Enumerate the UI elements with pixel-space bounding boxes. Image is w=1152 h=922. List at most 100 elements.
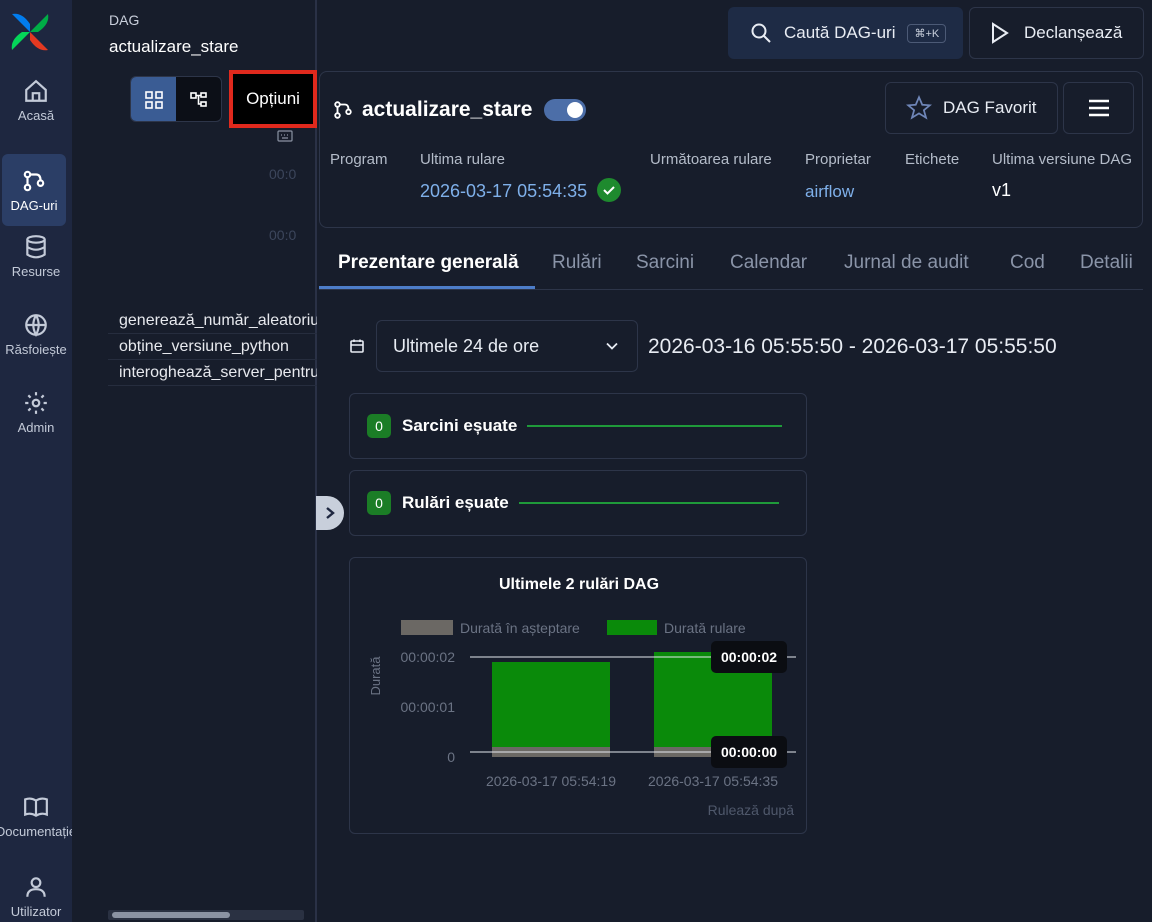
scrollbar-thumb[interactable] [112, 912, 230, 918]
y-tick-label: 00:00:01 [401, 699, 456, 715]
collapse-panel-button[interactable] [316, 496, 344, 530]
reference-label: 00:00:00 [721, 744, 777, 760]
left-nav: Acasă DAG-uri Resurse Răsfoiește Admin D… [0, 0, 76, 922]
nav-label: Răsfoiește [5, 341, 67, 357]
active-tab-indicator [319, 286, 535, 289]
tab-calendar[interactable]: Calendar [730, 252, 807, 274]
nav-item-user[interactable]: Utilizator [0, 860, 72, 922]
nav-item-admin[interactable]: Admin [0, 376, 72, 448]
hamburger-icon [1088, 99, 1109, 117]
nav-label: Utilizator [10, 903, 62, 919]
nav-item-dags[interactable]: DAG-uri [2, 154, 66, 226]
user-icon [26, 876, 46, 897]
task-list: generează_număr_aleatoriu obține_versiun… [108, 308, 317, 386]
tab-overview[interactable]: Prezentare generală [338, 252, 519, 274]
airflow-logo[interactable] [8, 10, 52, 54]
chevron-down-icon [606, 342, 618, 350]
nav-label: Acasă [17, 107, 55, 123]
breadcrumb-dag-name[interactable]: actualizare_stare [109, 37, 238, 57]
failed-tasks-label: Sarcini eșuate [402, 416, 518, 435]
bar-running [492, 662, 610, 747]
menu-button[interactable] [1063, 82, 1134, 134]
home-icon [25, 79, 47, 102]
tab-details[interactable]: Detalii [1080, 252, 1133, 274]
legend-swatch-running [607, 620, 657, 635]
star-icon [906, 95, 932, 120]
dag-tabs: Prezentare generală Rulări Sarcini Calen… [319, 240, 1143, 290]
app-root: Acasă DAG-uri Resurse Răsfoiește Admin D… [0, 0, 1152, 922]
legend-label-queued: Durată în așteptare [460, 620, 580, 636]
dag-title: actualizare_stare [332, 98, 587, 122]
version-value: v1 [992, 180, 1012, 200]
tags-label: Etichete [905, 151, 960, 168]
failed-runs-label: Rulări eșuate [402, 493, 509, 512]
view-toggle [130, 76, 222, 122]
tab-code[interactable]: Cod [1010, 252, 1045, 274]
nav-item-assets[interactable]: Resurse [0, 220, 72, 292]
failed-runs-count: 0 [367, 491, 391, 515]
task-row[interactable]: obține_versiune_python [108, 334, 317, 360]
time-range-text: 2026-03-16 05:55:50 - 2026-03-17 05:55:5… [648, 335, 1057, 358]
failed-tasks-card[interactable]: 0 Sarcini eșuate [349, 393, 807, 459]
dag-icon [23, 170, 45, 191]
nav-label: Documentație [0, 823, 77, 839]
owner-link[interactable]: airflow [805, 182, 854, 202]
x-tick-label: 2026-03-17 05:54:35 [648, 773, 778, 789]
breadcrumb-section[interactable]: DAG [109, 12, 139, 28]
next-run-label: Următoarea rulare [650, 151, 772, 168]
play-icon [992, 22, 1009, 44]
dag-title-text: actualizare_stare [362, 98, 533, 121]
database-icon [26, 234, 46, 258]
recent-runs-chart: Ultimele 2 rulări DAG Durată în așteptare… [349, 557, 807, 834]
nav-label: Admin [17, 419, 55, 435]
horizontal-scrollbar[interactable] [108, 910, 304, 920]
search-shortcut: ⌘+K [907, 23, 947, 43]
options-button[interactable]: Opțiuni [229, 70, 317, 128]
failed-runs-card[interactable]: 0 Rulări eșuate [349, 470, 807, 536]
graph-icon [189, 92, 207, 107]
time-label: 00:0 [269, 166, 297, 182]
last-run-label: Ultima rulare [420, 151, 506, 168]
gear-icon [25, 391, 47, 414]
search-icon [751, 23, 771, 43]
x-axis-label: Rulează după [708, 802, 795, 818]
favorite-label: DAG Favorit [943, 98, 1037, 117]
x-tick-label: 2026-03-17 05:54:19 [486, 773, 616, 789]
grid-view-button[interactable] [131, 77, 176, 121]
owner-label: Proprietar [805, 151, 871, 168]
y-axis-label: Durată [368, 656, 383, 696]
nav-label: DAG-uri [10, 197, 58, 213]
calendar-icon [350, 339, 364, 353]
dag-icon [334, 101, 352, 119]
chart-title: Ultimele 2 rulări DAG [499, 576, 659, 593]
last-run-value: 2026-03-17 05:54:35 [420, 178, 622, 204]
trigger-dag-button[interactable]: Declanșează [969, 7, 1144, 59]
nav-item-browse[interactable]: Răsfoiește [0, 298, 72, 370]
time-range-value: Ultimele 24 de ore [393, 335, 540, 356]
last-run-link[interactable]: 2026-03-17 05:54:35 [420, 181, 587, 201]
nav-label: Resurse [11, 263, 61, 279]
task-row[interactable]: generează_număr_aleatoriu [108, 308, 317, 334]
time-range-select[interactable]: Ultimele 24 de ore [376, 320, 638, 372]
y-tick-label: 00:00:02 [401, 649, 456, 665]
keyboard-icon[interactable] [277, 130, 293, 142]
grid-icon [144, 91, 163, 109]
tab-tasks[interactable]: Sarcini [636, 252, 694, 274]
legend-label-running: Durată rulare [664, 620, 746, 636]
nav-item-home[interactable]: Acasă [0, 64, 72, 136]
y-tick-label: 0 [447, 749, 455, 765]
dag-header-card: actualizare_stare DAG Favorit Program Ul… [319, 71, 1143, 228]
search-label: Caută DAG-uri [784, 23, 896, 42]
nav-item-docs[interactable]: Documentație [0, 780, 76, 852]
favorite-dag-button[interactable]: DAG Favorit [885, 82, 1058, 134]
reference-label: 00:00:02 [721, 649, 777, 665]
pause-toggle[interactable] [544, 99, 587, 121]
tab-audit-log[interactable]: Jurnal de audit [844, 252, 969, 274]
tab-runs[interactable]: Rulări [552, 252, 602, 274]
task-row[interactable]: interoghează_server_pentru_stare [108, 360, 317, 386]
failed-runs-sparkline [518, 502, 779, 504]
success-check-icon [597, 178, 622, 202]
graph-view-button[interactable] [176, 77, 221, 121]
search-dags-button[interactable]: Caută DAG-uri ⌘+K [728, 7, 963, 59]
grid-panel: DAG actualizare_stare Opțiuni 00:0 00:0 … [72, 0, 317, 922]
